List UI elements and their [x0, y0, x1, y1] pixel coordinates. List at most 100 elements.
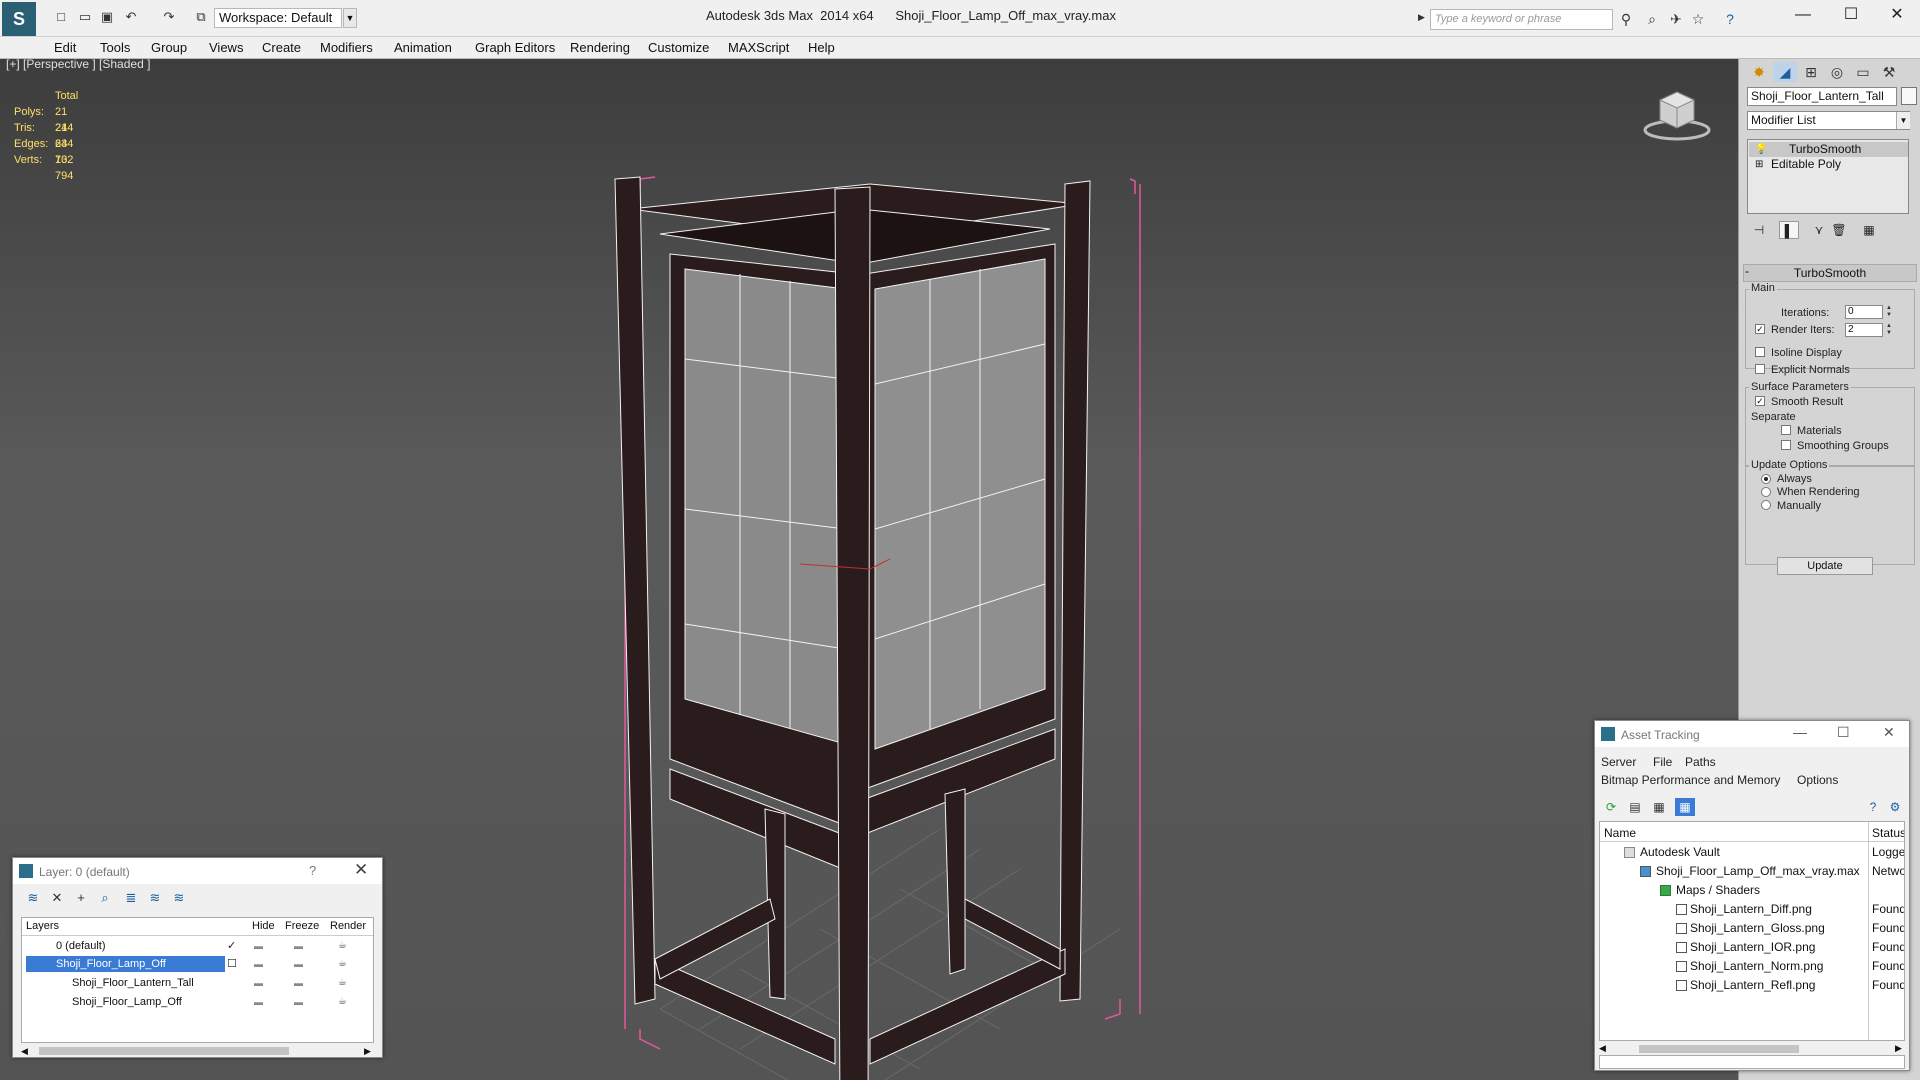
viewport-label[interactable]: [+] [Perspective ] [Shaded ]: [6, 57, 150, 71]
spinner-arrows-icon[interactable]: ▲ ▼: [1885, 305, 1893, 319]
modifier-list-dropdown[interactable]: Modifier List: [1747, 111, 1910, 130]
refresh-icon[interactable]: ⟳: [1601, 798, 1621, 816]
col-name[interactable]: Name: [1604, 826, 1636, 840]
active-layer-check-icon[interactable]: ✓: [227, 937, 236, 955]
search-input[interactable]: Type a keyword or phrase: [1430, 9, 1613, 30]
help-icon[interactable]: ?: [309, 863, 316, 878]
list-view-icon[interactable]: ▤: [1625, 798, 1645, 816]
hide-toggle[interactable]: ▬: [254, 993, 263, 1011]
manually-radio[interactable]: [1761, 500, 1771, 510]
hide-all-layers-icon[interactable]: ≋: [145, 889, 165, 907]
render-teapot-icon[interactable]: ☕: [338, 974, 347, 992]
menu-edit[interactable]: Edit: [54, 40, 76, 55]
open-file-icon[interactable]: ▭: [76, 8, 94, 26]
app-menu-button[interactable]: S: [2, 2, 36, 36]
menu-server[interactable]: Server: [1601, 755, 1636, 769]
menu-modifiers[interactable]: Modifiers: [320, 40, 373, 55]
object-name-field[interactable]: Shoji_Floor_Lantern_Tall: [1747, 87, 1897, 106]
create-tab-icon[interactable]: ✸: [1747, 62, 1771, 82]
layer-object-row[interactable]: Shoji_Floor_Lantern_Tall ▬ ▬ ☕: [22, 974, 373, 992]
hide-toggle[interactable]: ▬: [254, 955, 263, 973]
col-layers[interactable]: Layers: [26, 920, 59, 932]
select-highlighted-icon[interactable]: ⌕: [95, 889, 115, 907]
help-icon[interactable]: ?: [1863, 798, 1883, 816]
asset-row[interactable]: Shoji_Floor_Lamp_Off_max_vray.max Netwo: [1600, 862, 1904, 881]
maximize-icon[interactable]: ☐: [1837, 724, 1850, 741]
layer-row-selected[interactable]: Shoji_Floor_Lamp_Off ☐ ▬ ▬ ☕: [22, 955, 373, 973]
object-color-swatch[interactable]: [1901, 87, 1917, 105]
asset-row[interactable]: Shoji_Lantern_Refl.png Found: [1600, 976, 1904, 995]
stack-item-turbosmooth[interactable]: 💡 TurboSmooth: [1749, 142, 1908, 157]
menu-maxscript[interactable]: MAXScript: [728, 40, 789, 55]
menu-help[interactable]: Help: [808, 40, 835, 55]
asset-dialog-titlebar[interactable]: Asset Tracking — ☐ ✕: [1595, 721, 1909, 747]
smoothing-groups-checkbox[interactable]: [1781, 440, 1791, 450]
lamp-wireframe-model[interactable]: [600, 169, 1160, 1080]
freeze-toggle[interactable]: ▬: [294, 974, 303, 992]
spinner-arrows-icon[interactable]: ▲ ▼: [1885, 323, 1893, 337]
scroll-thumb[interactable]: [39, 1047, 289, 1055]
detail-view-icon[interactable]: ▦: [1649, 798, 1669, 816]
delete-layer-icon[interactable]: ✕: [47, 889, 67, 907]
workspace-arrow-icon[interactable]: ▼: [343, 8, 357, 28]
materials-checkbox[interactable]: [1781, 425, 1791, 435]
modify-tab-icon[interactable]: ◢: [1773, 62, 1797, 82]
scroll-right-icon[interactable]: ▶: [364, 1046, 371, 1057]
asset-row[interactable]: Shoji_Lantern_Gloss.png Found: [1600, 919, 1904, 938]
collapse-icon[interactable]: -: [1745, 264, 1749, 278]
col-freeze[interactable]: Freeze: [285, 920, 319, 932]
menu-create[interactable]: Create: [262, 40, 301, 55]
help-icon[interactable]: ?: [1720, 10, 1740, 28]
close-icon[interactable]: ✕: [1874, 4, 1920, 26]
menu-tools[interactable]: Tools: [100, 40, 130, 55]
menu-rendering[interactable]: Rendering: [570, 40, 630, 55]
add-to-layer-icon[interactable]: +: [71, 889, 91, 907]
utilities-tab-icon[interactable]: ⚒: [1877, 62, 1901, 82]
isoline-display-checkbox[interactable]: [1755, 347, 1765, 357]
new-layer-icon[interactable]: ≋: [23, 889, 43, 907]
hierarchy-tab-icon[interactable]: ⊞: [1799, 62, 1823, 82]
remove-modifier-icon[interactable]: 🗑: [1829, 221, 1849, 239]
project-folder-icon[interactable]: ⧉: [192, 8, 210, 26]
stack-item-editable-poly[interactable]: ⊞ Editable Poly: [1749, 157, 1908, 172]
highlight-selected-icon[interactable]: ≣: [121, 889, 141, 907]
close-icon[interactable]: ✕: [354, 860, 368, 880]
col-hide[interactable]: Hide: [252, 920, 275, 932]
layer-object-row[interactable]: Shoji_Floor_Lamp_Off ▬ ▬ ☕: [22, 993, 373, 1011]
asset-row[interactable]: Shoji_Lantern_IOR.png Found: [1600, 938, 1904, 957]
layer-row[interactable]: 0 (default) ✓ ▬ ▬ ☕: [22, 937, 373, 955]
asset-row[interactable]: Autodesk Vault Logged: [1600, 843, 1904, 862]
favorites-star-icon[interactable]: ☆: [1688, 10, 1708, 28]
menu-group[interactable]: Group: [151, 40, 187, 55]
show-end-result-icon[interactable]: ▌: [1779, 221, 1799, 239]
viewcube-icon[interactable]: [1642, 88, 1712, 143]
undo-icon[interactable]: ↶: [122, 8, 140, 26]
freeze-all-layers-icon[interactable]: ≋: [169, 889, 189, 907]
menu-graph-editors[interactable]: Graph Editors: [475, 40, 555, 55]
freeze-toggle[interactable]: ▬: [294, 955, 303, 973]
search-expand-icon[interactable]: ▶: [1418, 12, 1425, 23]
smooth-result-checkbox[interactable]: ✓: [1755, 396, 1765, 406]
layer-dialog-titlebar[interactable]: Layer: 0 (default) ? ✕: [13, 858, 382, 884]
update-button[interactable]: Update: [1777, 557, 1873, 575]
render-iters-spinner[interactable]: 2: [1845, 323, 1883, 337]
close-icon[interactable]: ✕: [1883, 724, 1895, 741]
hide-toggle[interactable]: ▬: [254, 974, 263, 992]
redo-icon[interactable]: ↷: [160, 8, 178, 26]
render-iters-checkbox[interactable]: ✓: [1755, 324, 1765, 334]
asset-row[interactable]: Maps / Shaders: [1600, 881, 1904, 900]
motion-tab-icon[interactable]: ◎: [1825, 62, 1849, 82]
menu-bitmap-performance[interactable]: Bitmap Performance and Memory: [1601, 773, 1780, 787]
binoculars-icon[interactable]: ⚲: [1616, 10, 1636, 28]
always-radio[interactable]: [1761, 474, 1771, 484]
expand-plus-icon[interactable]: ⊞: [1755, 157, 1763, 172]
col-render[interactable]: Render: [330, 920, 366, 932]
menu-paths[interactable]: Paths: [1685, 755, 1716, 769]
iterations-spinner[interactable]: 0: [1845, 305, 1883, 319]
when-rendering-radio[interactable]: [1761, 487, 1771, 497]
turbosmooth-rollout-header[interactable]: TurboSmooth: [1743, 264, 1917, 282]
asset-row[interactable]: Shoji_Lantern_Diff.png Found: [1600, 900, 1904, 919]
communication-center-icon[interactable]: ✈: [1666, 10, 1686, 28]
explicit-normals-checkbox[interactable]: [1755, 364, 1765, 374]
save-file-icon[interactable]: ▣: [98, 8, 116, 26]
